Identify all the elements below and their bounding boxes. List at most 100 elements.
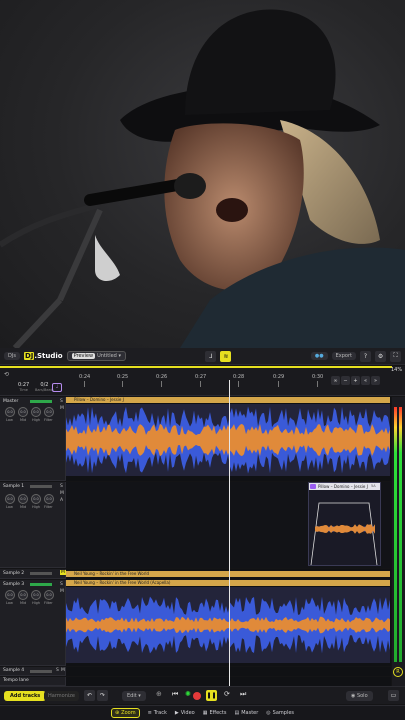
timeline-ruler[interactable]: 14% 0:27 Time 0/2 Bars/Beats ♩ ⟲ 0:24 0:25 0… <box>0 366 405 396</box>
progress-line <box>0 366 392 368</box>
redo-icon[interactable]: ↷ <box>97 690 108 701</box>
level-meter-left <box>394 407 397 662</box>
master-clip-title[interactable]: Pillow – Domino – Jessie J <box>66 397 390 403</box>
sample3-clip-title[interactable]: Neil Young – Rockin' in the Free World (… <box>66 580 390 586</box>
performer-image <box>0 9 405 348</box>
level-meter-right <box>399 407 402 662</box>
app-toolbar: DJs DJ.Studio Preview Untitled ▾ ⅃ ≋ ●● E… <box>0 348 405 365</box>
ruler-tick-label: 0:24 <box>79 374 91 380</box>
track-name: Sample 1 <box>3 484 25 489</box>
knob-label: High <box>32 601 41 605</box>
ruler-tick-label: 0:27 <box>195 374 207 380</box>
forward-icon[interactable]: » <box>371 376 380 385</box>
low-knob[interactable]: 0.0 <box>5 590 15 600</box>
playhead[interactable] <box>229 380 230 686</box>
sample2-clip-title[interactable]: Neil Young – Rockin' in the Free World <box>66 571 390 577</box>
zoom-out-icon[interactable]: − <box>341 376 350 385</box>
mute-button[interactable]: M <box>61 668 65 673</box>
rewind-icon[interactable]: « <box>361 376 370 385</box>
high-knob[interactable]: 0.0 <box>31 407 41 417</box>
workspace-pill[interactable]: DJs <box>4 352 20 360</box>
screen-icon[interactable]: ▭ <box>388 690 399 701</box>
pause-button[interactable]: ❚❚ <box>206 690 217 701</box>
mute-button[interactable]: M <box>60 589 64 594</box>
mute-button[interactable]: M <box>60 491 64 496</box>
mid-knob[interactable]: 0.0 <box>18 494 28 504</box>
ruler-tick-mark <box>317 381 318 387</box>
volume-fader[interactable] <box>30 485 52 488</box>
project-name: Untitled <box>97 353 117 359</box>
ruler-tick-label: 0:30 <box>312 374 324 380</box>
nav-zoom[interactable]: ⊕ Zoom <box>110 708 140 718</box>
sample1-track-header: Sample 1 S M A 0.0 0.0 0.0 0.0 Low Mid H… <box>0 482 66 568</box>
track-name: Master <box>3 399 19 404</box>
fullscreen-icon[interactable]: ⛶ <box>390 350 402 362</box>
add-tracks-button[interactable]: Add tracks <box>4 691 47 701</box>
high-knob[interactable]: 0.0 <box>31 494 41 504</box>
nav-effects[interactable]: ▦ Effects <box>203 710 227 716</box>
master-track-header: Master S M 0.0 0.0 0.0 0.0 Low Mid High … <box>0 397 66 481</box>
project-selector[interactable]: Preview Untitled ▾ <box>66 351 126 361</box>
nav-samples[interactable]: ◎ Samples <box>266 710 294 716</box>
samples-icon: ◎ <box>266 710 271 716</box>
video-preview <box>0 0 405 348</box>
ruler-tick-mark <box>122 381 123 387</box>
zoom-in-icon[interactable]: + <box>351 376 360 385</box>
solo-button[interactable]: S <box>60 582 63 587</box>
low-knob[interactable]: 0.0 <box>5 407 15 417</box>
edit-label: Edit <box>127 693 137 699</box>
nav-master[interactable]: ▤ Master <box>234 710 258 716</box>
mute-button[interactable]: S <box>60 399 63 404</box>
settings-icon[interactable]: ⚙ <box>375 350 387 362</box>
volume-fader[interactable] <box>30 670 52 673</box>
ruler-tick-label: 0:25 <box>117 374 129 380</box>
split-icon[interactable]: ⅃ <box>205 350 217 362</box>
record-button[interactable] <box>193 692 201 700</box>
solo-button[interactable]: M <box>60 406 64 411</box>
ruler-tick-mark <box>161 381 162 387</box>
knob-label: Low <box>6 418 13 422</box>
loop-icon[interactable]: ⟲ <box>4 371 9 378</box>
filter-knob[interactable]: 0.0 <box>44 494 54 504</box>
solo-button[interactable]: ◉ Solo <box>346 691 373 701</box>
low-knob[interactable]: 0.0 <box>5 494 15 504</box>
solo-button[interactable]: S <box>60 484 63 489</box>
sample1-clip[interactable]: Pillow – Domino – Jessie J 5A <box>308 482 381 566</box>
waveform-graphic <box>315 524 375 534</box>
undo-icon[interactable]: ↶ <box>84 690 95 701</box>
ruler-tick-mark <box>278 381 279 387</box>
master-waveform <box>66 404 390 476</box>
nav-track[interactable]: ≡ Track <box>148 710 167 716</box>
volume-fader[interactable] <box>30 572 52 575</box>
nav-video[interactable]: ▶ Video <box>175 710 195 716</box>
skip-forward-icon[interactable]: ⏭ <box>240 690 246 699</box>
app-logo: DJ.Studio <box>23 352 63 360</box>
help-icon[interactable]: ? <box>360 350 372 362</box>
filter-knob[interactable]: 0.0 <box>44 407 54 417</box>
skip-back-icon[interactable]: ⏮ <box>172 690 178 699</box>
solo-button[interactable]: S <box>56 668 59 673</box>
waveform-toggle-icon[interactable]: ≋ <box>220 350 232 362</box>
mid-knob[interactable]: 0.0 <box>18 590 28 600</box>
loop-toggle-icon[interactable]: ⟳ <box>224 690 230 698</box>
export-button[interactable]: Export <box>331 352 357 360</box>
metronome-icon[interactable]: ♩ <box>52 383 62 392</box>
filter-knob[interactable]: 0.0 <box>44 590 54 600</box>
volume-fader[interactable] <box>30 400 52 403</box>
harmonize-button[interactable]: Harmonize <box>44 691 79 701</box>
zoom-tools: ∞ − + « » <box>331 376 380 385</box>
knob-label: Filter <box>44 601 53 605</box>
automation-button[interactable]: A <box>60 498 63 503</box>
mid-knob[interactable]: 0.0 <box>18 407 28 417</box>
sync-icon[interactable]: ⊕ <box>156 690 162 698</box>
beat-icon[interactable]: ✺ <box>185 690 191 698</box>
mute-button[interactable]: M <box>60 570 66 575</box>
solo-label: Solo <box>356 693 368 699</box>
edit-dropdown[interactable]: Edit ▾ <box>122 691 146 701</box>
record-icon[interactable]: R <box>393 667 403 677</box>
high-knob[interactable]: 0.0 <box>31 590 41 600</box>
volume-fader[interactable] <box>30 583 52 586</box>
knob-label: High <box>32 505 41 509</box>
sample4-track-header: Sample 4 S M <box>0 667 66 676</box>
link-icon[interactable]: ∞ <box>331 376 340 385</box>
